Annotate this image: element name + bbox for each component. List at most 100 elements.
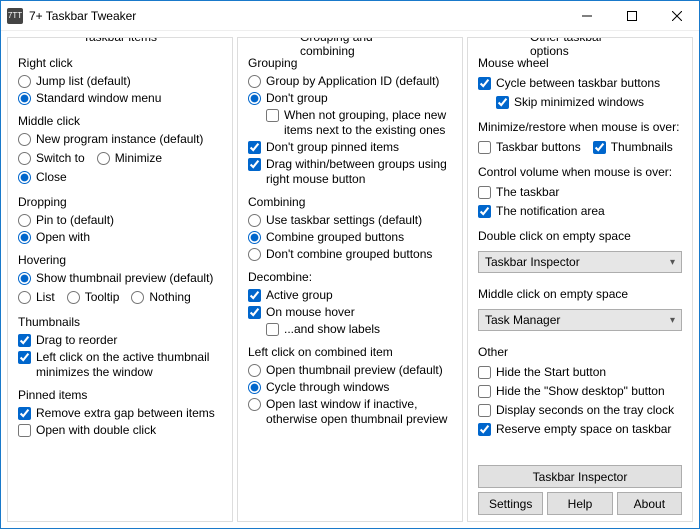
radio-close-label: Close <box>36 170 67 185</box>
close-icon <box>672 11 682 21</box>
radio-standard-menu-label: Standard window menu <box>36 91 161 106</box>
check-open-dbl[interactable]: Open with double click <box>18 423 222 438</box>
radio-combine-label: Combine grouped buttons <box>266 230 404 245</box>
right-click-header: Right click <box>18 56 222 70</box>
about-button[interactable]: About <box>617 492 682 515</box>
check-place-new[interactable]: When not grouping, place new items next … <box>266 108 452 138</box>
radio-show-thumb[interactable]: Show thumbnail preview (default) <box>18 271 222 286</box>
dblclick-value: Taskbar Inspector <box>485 255 580 269</box>
window-title: 7+ Taskbar Tweaker <box>29 9 564 23</box>
minimize-window-button[interactable] <box>564 1 609 30</box>
check-show-labels-label: ...and show labels <box>284 322 380 337</box>
midclick-header: Middle click on empty space <box>478 287 682 301</box>
radio-use-taskbar-label: Use taskbar settings (default) <box>266 213 422 228</box>
radio-combine[interactable]: Combine grouped buttons <box>248 230 452 245</box>
check-seconds-label: Display seconds on the tray clock <box>496 403 674 418</box>
app-icon: 7TT <box>7 8 23 24</box>
help-button[interactable]: Help <box>547 492 612 515</box>
check-drag-rmb[interactable]: Drag within/between groups using right m… <box>248 157 452 187</box>
radio-nothing[interactable]: Nothing <box>131 290 190 305</box>
check-hide-start[interactable]: Hide the Start button <box>478 365 682 380</box>
check-mouse-hover[interactable]: On mouse hover <box>248 305 452 320</box>
combining-header: Combining <box>248 195 452 209</box>
chevron-down-icon: ▾ <box>670 315 675 326</box>
radio-list[interactable]: List <box>18 290 55 305</box>
check-dont-group-pinned[interactable]: Don't group pinned items <box>248 140 452 155</box>
radio-jump-list-label: Jump list (default) <box>36 74 131 89</box>
radio-minimize[interactable]: Minimize <box>97 151 162 166</box>
titlebar: 7TT 7+ Taskbar Tweaker <box>1 1 699 31</box>
check-min-thumbs-label: Thumbnails <box>611 140 673 155</box>
radio-list-label: List <box>36 290 55 305</box>
radio-pin-to[interactable]: Pin to (default) <box>18 213 222 228</box>
decombine-header: Decombine: <box>248 270 452 284</box>
pinned-header: Pinned items <box>18 388 222 402</box>
dblclick-select[interactable]: Taskbar Inspector ▾ <box>478 251 682 273</box>
radio-new-program-label: New program instance (default) <box>36 132 203 147</box>
check-vol-taskbar-label: The taskbar <box>496 185 559 200</box>
check-active-group[interactable]: Active group <box>248 288 452 303</box>
radio-dont-combine-label: Don't combine grouped buttons <box>266 247 432 262</box>
content-panel: Taskbar items Right click Jump list (def… <box>1 31 699 528</box>
radio-open-thumb-label: Open thumbnail preview (default) <box>266 363 443 378</box>
check-reserve-space[interactable]: Reserve empty space on taskbar <box>478 422 682 437</box>
radio-show-thumb-label: Show thumbnail preview (default) <box>36 271 213 286</box>
check-leftclick-min[interactable]: Left click on the active thumbnail minim… <box>18 350 222 380</box>
check-leftclick-min-label: Left click on the active thumbnail minim… <box>36 350 222 380</box>
radio-dont-combine[interactable]: Don't combine grouped buttons <box>248 247 452 262</box>
radio-switch-to[interactable]: Switch to <box>18 151 85 166</box>
check-skip-min[interactable]: Skip minimized windows <box>496 95 682 110</box>
check-show-labels[interactable]: ...and show labels <box>266 322 452 337</box>
col1-title: Taskbar items <box>77 37 163 44</box>
taskbar-inspector-button[interactable]: Taskbar Inspector <box>478 465 682 488</box>
col2-title: Grouping and combining <box>294 37 406 58</box>
check-hide-showdesk-label: Hide the "Show desktop" button <box>496 384 665 399</box>
radio-open-last-label: Open last window if inactive, otherwise … <box>266 397 452 427</box>
column-other: Other taskbar options Mouse wheel Cycle … <box>467 37 693 522</box>
check-seconds[interactable]: Display seconds on the tray clock <box>478 403 682 418</box>
check-place-new-label: When not grouping, place new items next … <box>284 108 452 138</box>
check-hide-showdesk[interactable]: Hide the "Show desktop" button <box>478 384 682 399</box>
check-mouse-hover-label: On mouse hover <box>266 305 355 320</box>
radio-cycle-windows[interactable]: Cycle through windows <box>248 380 452 395</box>
check-drag-reorder-label: Drag to reorder <box>36 333 117 348</box>
radio-tooltip-label: Tooltip <box>85 290 120 305</box>
check-dont-group-pinned-label: Don't group pinned items <box>266 140 399 155</box>
radio-jump-list[interactable]: Jump list (default) <box>18 74 222 89</box>
check-cycle-buttons[interactable]: Cycle between taskbar buttons <box>478 76 682 91</box>
radio-nothing-label: Nothing <box>149 290 190 305</box>
check-remove-gap-label: Remove extra gap between items <box>36 406 215 421</box>
radio-dont-group-label: Don't group <box>266 91 328 106</box>
maximize-window-button[interactable] <box>609 1 654 30</box>
wheel-header: Mouse wheel <box>478 56 682 70</box>
midclick-select[interactable]: Task Manager ▾ <box>478 309 682 331</box>
check-vol-notif[interactable]: The notification area <box>478 204 605 219</box>
close-window-button[interactable] <box>654 1 699 30</box>
radio-standard-menu[interactable]: Standard window menu <box>18 91 222 106</box>
check-min-thumbs[interactable]: Thumbnails <box>593 140 673 155</box>
radio-cycle-windows-label: Cycle through windows <box>266 380 389 395</box>
settings-button[interactable]: Settings <box>478 492 543 515</box>
volume-header: Control volume when mouse is over: <box>478 165 682 179</box>
check-open-dbl-label: Open with double click <box>36 423 156 438</box>
radio-switch-to-label: Switch to <box>36 151 85 166</box>
radio-new-program[interactable]: New program instance (default) <box>18 132 222 147</box>
radio-open-with-label: Open with <box>36 230 90 245</box>
check-hide-start-label: Hide the Start button <box>496 365 606 380</box>
check-vol-taskbar[interactable]: The taskbar <box>478 185 559 200</box>
check-drag-reorder[interactable]: Drag to reorder <box>18 333 222 348</box>
check-reserve-space-label: Reserve empty space on taskbar <box>496 422 671 437</box>
radio-open-with[interactable]: Open with <box>18 230 222 245</box>
radio-dont-group[interactable]: Don't group <box>248 91 452 106</box>
radio-group-appid[interactable]: Group by Application ID (default) <box>248 74 452 89</box>
radio-tooltip[interactable]: Tooltip <box>67 290 120 305</box>
check-min-taskbar-btns[interactable]: Taskbar buttons <box>478 140 581 155</box>
radio-close[interactable]: Close <box>18 170 67 185</box>
radio-use-taskbar[interactable]: Use taskbar settings (default) <box>248 213 452 228</box>
other-header: Other <box>478 345 682 359</box>
grouping-header: Grouping <box>248 56 452 70</box>
radio-open-last[interactable]: Open last window if inactive, otherwise … <box>248 397 452 427</box>
radio-open-thumb[interactable]: Open thumbnail preview (default) <box>248 363 452 378</box>
middle-click-header: Middle click <box>18 114 222 128</box>
check-remove-gap[interactable]: Remove extra gap between items <box>18 406 222 421</box>
